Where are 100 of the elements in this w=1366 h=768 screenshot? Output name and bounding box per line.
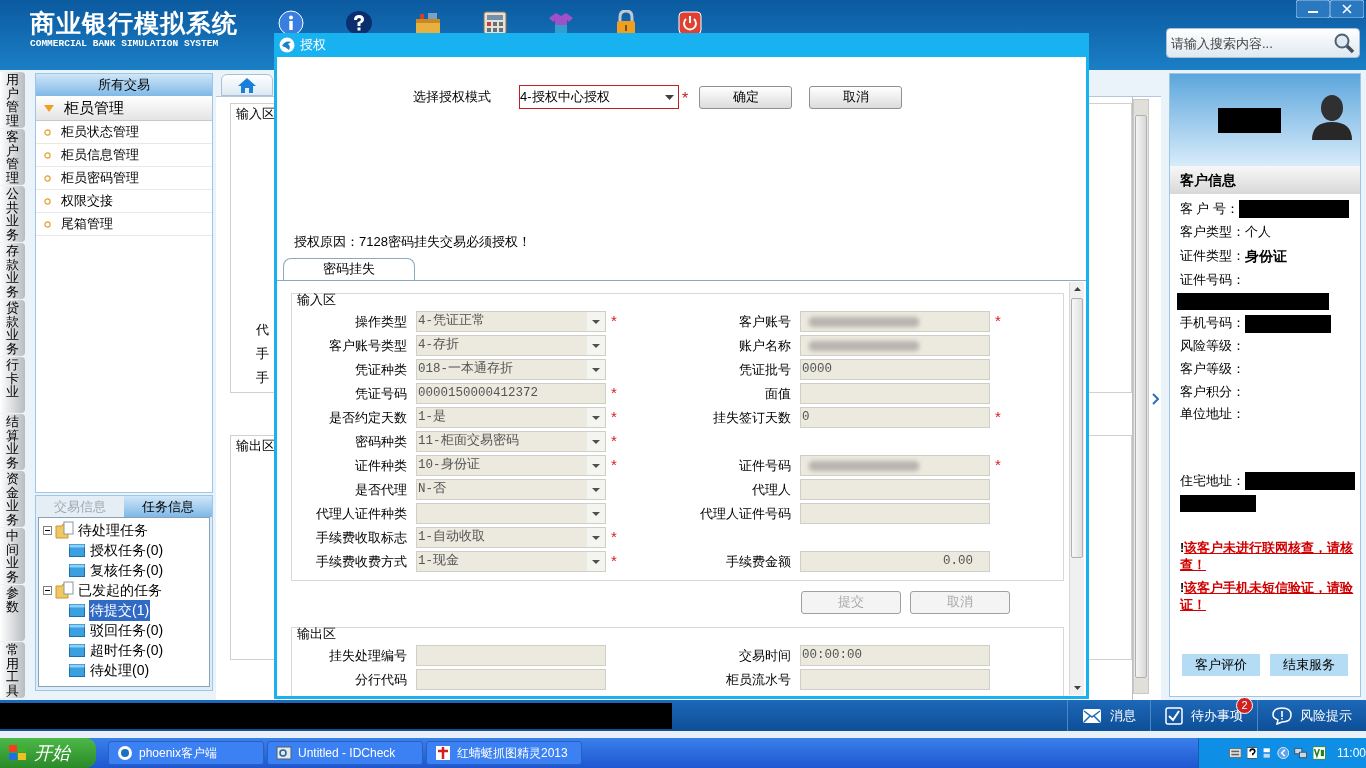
input-field[interactable] [800,455,990,476]
tray-app-icon[interactable] [1313,745,1326,761]
input-field[interactable]: 0000150000412372 [416,383,606,404]
tree-label[interactable]: 待处理任务 [78,519,148,541]
select-field[interactable]: 4-存折 [416,335,606,356]
group-header[interactable]: 柜员管理 [36,96,212,121]
search-icon[interactable] [1333,32,1355,54]
input-field[interactable] [416,669,606,690]
select-field[interactable]: 1-自动收取 [416,527,606,548]
alert-link[interactable]: !该客户未进行联网核查，请核查！ [1180,539,1354,574]
tree-item[interactable]: 超时任务(0) [89,639,165,661]
select-field[interactable]: 1-是 [416,407,606,428]
close-icon[interactable] [1330,0,1364,18]
required-mark: * [610,431,618,452]
side-tab[interactable]: 用户管理 [0,72,25,128]
collapse-handle-icon[interactable] [1151,392,1159,405]
tree-item[interactable]: 授权任务(0) [89,539,165,561]
form-tab[interactable]: 密码挂失 [283,257,415,280]
dialog-button[interactable]: 确定 [699,85,792,109]
input-field[interactable] [800,383,990,404]
tree-item[interactable]: 驳回任务(0) [89,619,165,641]
nav-link[interactable]: 尾箱管理 [61,214,113,234]
select-field[interactable]: 018-一本通存折 [416,359,606,380]
caret-icon [592,439,600,444]
expander-icon[interactable] [43,585,52,595]
taskbar-button[interactable]: phoenix客户端 [108,741,264,765]
help-icon[interactable] [345,10,373,36]
panel-button[interactable]: 结束服务 [1270,654,1348,676]
calculator-icon[interactable] [483,11,507,35]
network-icon[interactable] [1294,745,1309,761]
minimize-icon[interactable] [1296,0,1330,18]
bullet-icon [44,220,51,228]
input-field[interactable]: 0 [800,407,990,428]
expander-icon[interactable] [43,525,52,535]
tree-item[interactable]: 待处理(0) [89,659,151,681]
nav-link[interactable]: 权限交接 [61,191,113,211]
section-title: 输出区 [297,625,336,642]
side-tab[interactable]: 参数 [0,585,25,641]
tree-label[interactable]: 已发起的任务 [78,579,162,601]
field-label: 代理人 [751,480,792,499]
shirt-icon[interactable] [548,11,574,35]
scroll-thumb[interactable] [1071,297,1083,558]
side-tab[interactable]: 贷款业务 [0,300,25,356]
folder-icon [55,581,75,599]
home-tab[interactable] [221,74,273,96]
taskbar-button[interactable]: 红蜻蜓抓图精灵2013 [426,741,582,765]
bullet-icon [44,128,51,136]
select-field[interactable] [416,503,606,524]
app-logo-icon [279,37,295,53]
field-value: 个人 [1245,223,1271,241]
side-tab[interactable]: 行卡业 [0,357,25,413]
input-field[interactable] [416,645,606,666]
side-tab[interactable]: 资金业务 [0,471,25,527]
scrollbar[interactable] [1069,281,1084,695]
select-field[interactable]: 4-凭证正常 [416,311,606,332]
select-field[interactable]: 10-身份证 [416,455,606,476]
input-field[interactable] [800,503,990,524]
speech-bubble-icon [1272,706,1292,725]
keyboard-icon[interactable] [1229,747,1242,759]
window-icon [276,745,292,761]
tree-item[interactable]: 复核任务(0) [89,559,165,581]
side-tab[interactable]: 常用工具 [0,642,25,698]
taskbar-button[interactable]: Untitled - IDCheck [267,741,423,765]
side-tab[interactable]: 结算业务 [0,414,25,470]
side-tab[interactable]: 客户管理 [0,129,25,185]
tree-item[interactable]: 待提交(1) [89,599,151,621]
field-label: 分行代码 [354,670,408,689]
select-field[interactable]: 11-柜面交易密码 [416,431,606,452]
power-icon[interactable] [678,11,702,35]
select-field[interactable]: N-否 [416,479,606,500]
search-field[interactable]: 请输入搜索内容... [1166,28,1360,58]
arrow-down-icon[interactable] [1073,686,1081,690]
arrow-up-icon[interactable] [1073,286,1081,291]
input-field[interactable]: 0.00 [800,551,990,572]
help-icon[interactable] [1246,746,1258,760]
mode-dropdown[interactable]: 4-授权中心授权 [519,85,679,109]
field-label: 交易时间 [738,646,792,665]
dialog-button[interactable]: 取消 [809,85,902,109]
field-label: 手续费收费方式 [315,552,408,571]
panel-tab[interactable]: 任务信息 [124,496,212,517]
input-field[interactable] [800,479,990,500]
input-field[interactable]: 0000 [800,359,990,380]
side-tab[interactable]: 存款业务 [0,243,25,299]
alert-link[interactable]: !该客户手机未短信验证，请验证！ [1180,579,1354,614]
scrollbar[interactable] [1133,99,1150,694]
side-tab[interactable]: 公共业务 [0,186,25,242]
input-field[interactable] [800,669,990,690]
nav-link[interactable]: 柜员信息管理 [61,145,139,165]
input-field[interactable] [800,335,990,356]
nav-link[interactable]: 柜员状态管理 [61,122,139,142]
input-field[interactable]: 00:00:00 [800,645,990,666]
nav-link[interactable]: 柜员密码管理 [61,168,139,188]
side-tab[interactable]: 中间业务 [0,528,25,584]
panel-button[interactable]: 客户评价 [1182,654,1260,676]
input-field[interactable] [800,311,990,332]
chevron-left-icon[interactable] [1276,745,1290,761]
field-label: 住宅地址： [1180,473,1245,490]
select-field[interactable]: 1-现金 [416,551,606,572]
avatar-silhouette-icon [1310,92,1354,140]
section-title: 输入区 [236,105,275,123]
